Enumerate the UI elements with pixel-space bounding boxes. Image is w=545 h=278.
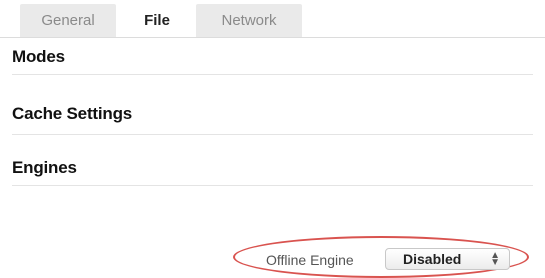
tab-network[interactable]: Network [196,4,302,37]
section-title-engines: Engines [12,158,77,177]
tab-file[interactable]: File [123,4,191,37]
tab-divider [0,37,545,38]
section-modes[interactable]: Modes [12,47,533,75]
offline-engine-label: Offline Engine [266,252,354,268]
offline-engine-select-value: Disabled [403,251,462,267]
section-cache-settings[interactable]: Cache Settings [12,104,533,135]
section-engines[interactable]: Engines [12,158,533,186]
offline-engine-select[interactable]: Disabled ▲ ▼ [385,248,510,270]
tab-general[interactable]: General [20,4,116,37]
section-title-cache-settings: Cache Settings [12,104,133,123]
section-title-modes: Modes [12,47,65,66]
up-down-arrows-icon: ▲ ▼ [490,250,500,268]
